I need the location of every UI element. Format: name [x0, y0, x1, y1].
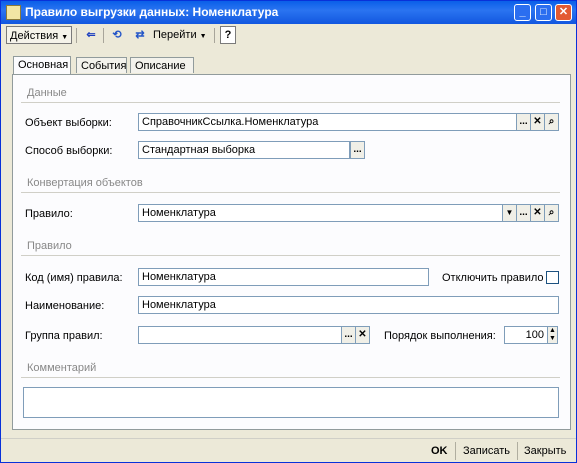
toolbar-separator — [76, 28, 77, 43]
select-button[interactable]: ... — [516, 113, 531, 131]
tab-description[interactable]: Описание — [130, 57, 194, 73]
rule-code-field[interactable]: Номенклатура — [138, 268, 429, 286]
title-bar[interactable]: Правило выгрузки данных: Номенклатура _ … — [1, 1, 576, 24]
clear-icon[interactable]: ✕ — [530, 204, 545, 222]
back-arrow-icon[interactable]: ⇐ — [82, 26, 100, 44]
divider — [455, 442, 456, 460]
goto-menu-button[interactable]: Перейти ▼ — [153, 26, 211, 44]
disable-rule-checkbox[interactable] — [546, 271, 559, 284]
clear-icon[interactable]: ✕ — [530, 113, 545, 131]
toolbar-separator — [103, 28, 104, 43]
save-button[interactable]: Записать — [463, 443, 510, 459]
rule-group-field[interactable] — [138, 326, 342, 344]
disable-rule-label: Отключить правило — [442, 272, 544, 284]
selection-object-field[interactable]: СправочникСсылка.Номенклатура — [138, 113, 517, 131]
rule-code-label: Код (имя) правила: — [25, 272, 123, 284]
chevron-down-icon[interactable]: ▼ — [502, 204, 517, 222]
tab-events[interactable]: События — [76, 57, 127, 73]
order-field[interactable]: 100 — [504, 326, 548, 344]
divider — [517, 442, 518, 460]
dialog-window: Правило выгрузки данных: Номенклатура _ … — [0, 0, 577, 463]
toolbar-separator — [214, 28, 215, 43]
order-stepper[interactable]: ▲ ▼ — [547, 326, 558, 344]
help-button[interactable]: ? — [220, 26, 236, 44]
open-icon[interactable]: ⌕ — [544, 113, 559, 131]
divider — [21, 255, 560, 256]
chevron-down-icon: ▼ — [199, 33, 207, 40]
section-title-conversion: Конвертация объектов — [27, 177, 143, 189]
close-window-button[interactable]: ✕ — [555, 4, 572, 21]
divider — [21, 102, 560, 103]
name-field[interactable]: Номенклатура — [138, 296, 559, 314]
form-icon — [6, 5, 21, 20]
maximize-button[interactable]: □ — [535, 4, 552, 21]
select-button[interactable]: ... — [516, 204, 531, 222]
order-label: Порядок выполнения: — [384, 330, 496, 342]
ok-button[interactable]: OK — [431, 443, 448, 459]
selection-object-label: Объект выборки: — [25, 117, 112, 129]
transfer-icon[interactable]: ⇄ — [131, 26, 149, 44]
name-label: Наименование: — [25, 300, 105, 312]
divider — [21, 192, 560, 193]
selection-method-field[interactable]: Стандартная выборка — [138, 141, 350, 159]
open-icon[interactable]: ⌕ — [544, 204, 559, 222]
close-button[interactable]: Закрыть — [524, 443, 566, 459]
goto-label: Перейти — [153, 29, 197, 41]
section-title-comment: Комментарий — [27, 362, 97, 374]
tab-panel-main: Данные Объект выборки: СправочникСсылка.… — [12, 74, 571, 430]
clear-icon[interactable]: ✕ — [355, 326, 370, 344]
select-button[interactable]: ... — [350, 141, 365, 159]
window-title: Правило выгрузки данных: Номенклатура — [25, 5, 279, 19]
select-button[interactable]: ... — [341, 326, 356, 344]
comment-field[interactable] — [23, 387, 559, 418]
selection-method-label: Способ выборки: — [25, 145, 113, 157]
actions-label: Действия — [10, 30, 59, 42]
toolbar: Действия ▼ ⇐ ⟲ ⇄ Перейти ▼ ? — [3, 25, 574, 47]
bottom-button-bar: OK Записать Закрыть — [1, 438, 576, 463]
rule-field[interactable]: Номенклатура — [138, 204, 503, 222]
divider — [21, 377, 560, 378]
section-title-data: Данные — [27, 87, 67, 99]
tab-main[interactable]: Основная — [13, 56, 71, 74]
minimize-button[interactable]: _ — [514, 4, 531, 21]
rule-label: Правило: — [25, 208, 73, 220]
section-title-rule: Правило — [27, 240, 72, 252]
chevron-down-icon: ▼ — [61, 34, 69, 41]
rule-group-label: Группа правил: — [25, 330, 103, 342]
actions-menu-button[interactable]: Действия ▼ — [6, 26, 72, 44]
refresh-icon[interactable]: ⟲ — [108, 26, 126, 44]
